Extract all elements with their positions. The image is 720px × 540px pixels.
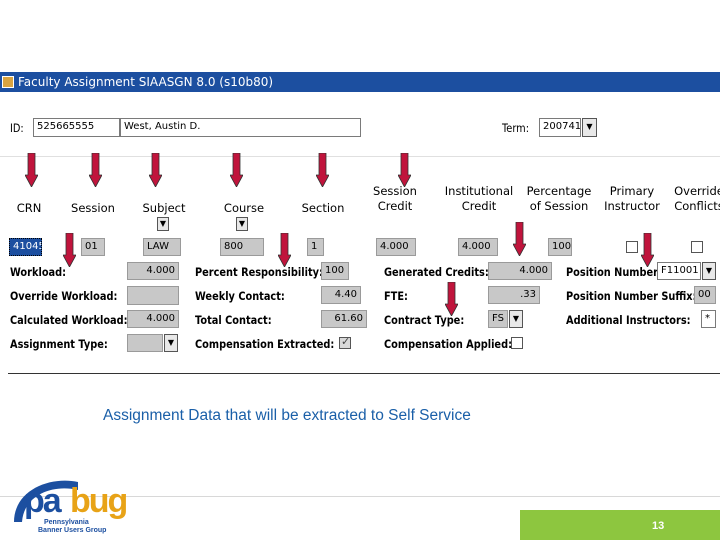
contract-type-dropdown-button[interactable]: ▼ — [509, 310, 523, 328]
col-header-course: Course — [223, 201, 265, 215]
primary-instructor-checkbox[interactable] — [626, 241, 638, 253]
col-header-crn: CRN — [16, 201, 42, 215]
percentage-session-input[interactable]: 100 — [548, 238, 572, 256]
col-header-session: Session — [71, 201, 115, 215]
col-header-primary-instructor: Primary Instructor — [602, 184, 662, 214]
position-number-input[interactable]: F11001 — [657, 262, 701, 280]
subject-dropdown-button[interactable]: ▼ — [157, 217, 169, 231]
col-header-line: Credit — [377, 199, 413, 213]
override-workload-label: Override Workload: — [10, 289, 118, 303]
session-input[interactable]: 01 — [81, 238, 105, 256]
contract-type-input[interactable]: FS — [488, 310, 508, 328]
total-contact-label: Total Contact: — [195, 313, 272, 327]
col-header-line: Session — [373, 184, 417, 198]
assignment-type-label: Assignment Type: — [10, 337, 108, 351]
col-header-percentage-session: Percentage of Session — [526, 184, 592, 214]
position-suffix-input[interactable]: 00 — [694, 286, 716, 304]
col-header-line: Override — [674, 184, 720, 198]
generated-credits-label: Generated Credits: — [384, 265, 489, 279]
position-suffix-label: Position Number Suffix: — [566, 289, 697, 303]
pointer-arrow-icon — [89, 153, 102, 187]
col-header-subject: Subject — [142, 201, 186, 215]
weekly-contact-input[interactable]: 4.40 — [321, 286, 361, 304]
svg-text:pa: pa — [24, 482, 63, 520]
window-title: Faculty Assignment SIAASGN 8.0 (s10b80) — [18, 75, 274, 89]
pointer-arrow-icon — [513, 222, 526, 256]
fte-label: FTE: — [384, 289, 408, 303]
pointer-arrow-icon — [316, 153, 329, 187]
override-conflicts-checkbox[interactable] — [691, 241, 703, 253]
workload-label: Workload: — [10, 265, 67, 279]
weekly-contact-label: Weekly Contact: — [195, 289, 285, 303]
pointer-arrow-icon — [641, 233, 654, 267]
assignment-type-input[interactable] — [127, 334, 163, 352]
pointer-arrow-icon — [149, 153, 162, 187]
separator — [0, 156, 720, 157]
pabug-logo: pa bug Pennsylvania Banner Users Group — [14, 480, 129, 534]
pointer-arrow-icon — [278, 233, 291, 267]
name-display: West, Austin D. — [120, 118, 361, 137]
pointer-arrow-icon — [445, 282, 458, 316]
col-header-override-conflicts: Override Conflicts — [672, 184, 720, 214]
col-header-line: Conflicts — [674, 199, 720, 213]
window-title-bar: Faculty Assignment SIAASGN 8.0 (s10b80) — [0, 72, 720, 92]
override-workload-input[interactable] — [127, 286, 179, 305]
assignment-type-dropdown-button[interactable]: ▼ — [164, 334, 178, 352]
col-header-session-credit: Session Credit — [367, 184, 423, 214]
col-header-institutional-credit: Institutional Credit — [440, 184, 518, 214]
compensation-extracted-label: Compensation Extracted: — [195, 337, 335, 351]
fte-input[interactable]: .33 — [488, 286, 540, 304]
col-header-section: Section — [301, 201, 345, 215]
col-header-line: Primary — [609, 184, 655, 198]
id-label: ID: — [10, 121, 24, 135]
position-number-label: Position Number: — [566, 265, 662, 279]
course-dropdown-button[interactable]: ▼ — [236, 217, 248, 231]
generated-credits-input[interactable]: 4.000 — [488, 262, 552, 280]
col-header-line: Percentage — [526, 184, 592, 198]
footer-bar — [520, 510, 720, 540]
col-header-line: of Session — [529, 199, 589, 213]
session-credit-input[interactable]: 4.000 — [376, 238, 416, 256]
page-number: 13 — [652, 520, 665, 532]
pointer-arrow-icon — [25, 153, 38, 187]
calculated-workload-input: 4.000 — [127, 310, 179, 328]
percent-responsibility-label: Percent Responsibility: — [195, 265, 323, 279]
subject-input[interactable]: LAW — [143, 238, 181, 256]
crn-input[interactable]: 41045 — [9, 238, 42, 256]
total-contact-input[interactable]: 61.60 — [321, 310, 367, 328]
term-dropdown-button[interactable]: ▼ — [582, 118, 597, 137]
compensation-extracted-checkbox — [339, 335, 351, 349]
term-input[interactable]: 200741 — [539, 118, 581, 137]
calculated-workload-label: Calculated Workload: — [10, 313, 128, 327]
pointer-arrow-icon — [398, 153, 411, 187]
col-header-line: Instructor — [604, 199, 660, 213]
section-input[interactable]: 1 — [307, 238, 324, 256]
workload-input[interactable]: 4.000 — [127, 262, 179, 280]
term-label: Term: — [502, 121, 529, 135]
additional-instructors-indicator[interactable]: * — [701, 310, 716, 328]
id-input[interactable]: 525665555 — [33, 118, 120, 137]
course-input[interactable]: 800 — [220, 238, 264, 256]
form-bottom-border — [8, 373, 720, 374]
col-header-line: Credit — [461, 199, 497, 213]
position-number-dropdown-button[interactable]: ▼ — [702, 262, 716, 280]
percent-responsibility-input[interactable]: 100 — [321, 262, 349, 280]
compensation-applied-checkbox[interactable] — [511, 337, 523, 349]
additional-instructors-label: Additional Instructors: — [566, 313, 691, 327]
app-icon — [2, 76, 14, 88]
pointer-arrow-icon — [63, 233, 76, 267]
compensation-applied-label: Compensation Applied: — [384, 337, 512, 351]
svg-text:Pennsylvania: Pennsylvania — [44, 519, 89, 526]
pointer-arrow-icon — [230, 153, 243, 187]
institutional-credit-input[interactable]: 4.000 — [458, 238, 498, 256]
slide-caption: Assignment Data that will be extracted t… — [103, 407, 471, 424]
svg-text:bug: bug — [70, 482, 127, 520]
svg-text:Banner Users Group: Banner Users Group — [38, 527, 106, 534]
col-header-line: Institutional — [444, 184, 514, 198]
contract-type-label: Contract Type: — [384, 313, 465, 327]
